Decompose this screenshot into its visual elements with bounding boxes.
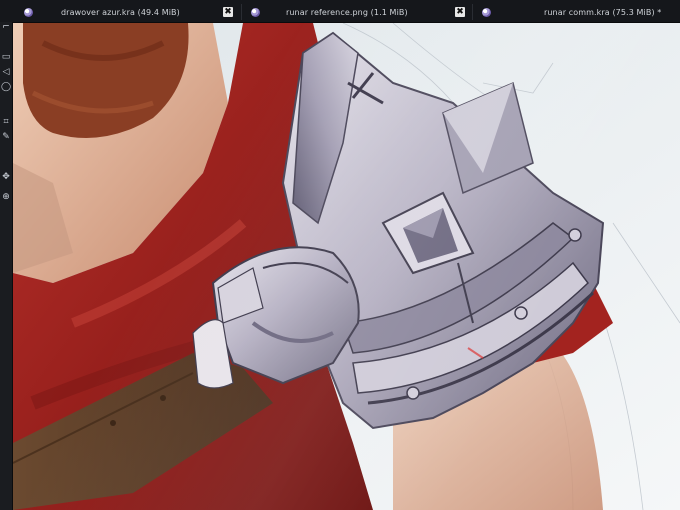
krita-logo-icon — [24, 7, 33, 17]
brush-tool-icon[interactable]: ✎ — [1, 132, 11, 142]
close-tab-button[interactable]: ✖ — [455, 7, 465, 17]
crop-tool-icon[interactable]: ⌗ — [1, 117, 11, 127]
lasso-icon[interactable]: ◯ — [1, 82, 11, 92]
painting-artwork — [13, 23, 680, 510]
tab-separator — [472, 4, 473, 20]
transform-tool-icon[interactable]: ⌐ — [1, 22, 11, 32]
close-tab-button[interactable]: ✖ — [223, 7, 233, 17]
tab-title: drawover azur.kra (49.4 MiB) — [61, 7, 180, 17]
move-tool-icon[interactable]: ✥ — [1, 172, 11, 182]
tab-runar-comm[interactable]: runar comm.kra (75.3 MiB) * — [482, 2, 661, 22]
rectangle-select-icon[interactable]: ▭ — [1, 52, 11, 62]
tab-runar-reference[interactable]: runar reference.png (1.1 MiB) — [251, 2, 408, 22]
polygon-select-icon[interactable]: ◁ — [1, 67, 11, 77]
tab-title: runar comm.kra (75.3 MiB) * — [544, 7, 662, 17]
tab-drawover-azur[interactable]: drawover azur.kra (49.4 MiB) — [24, 2, 180, 22]
document-tab-bar: drawover azur.kra (49.4 MiB) ✖ runar ref… — [0, 0, 680, 23]
krita-logo-icon — [251, 7, 260, 17]
drawing-canvas[interactable] — [13, 23, 680, 510]
zoom-tool-icon[interactable]: ⊕ — [1, 192, 11, 202]
tab-separator — [241, 4, 242, 20]
tab-title: runar reference.png (1.1 MiB) — [286, 7, 408, 17]
toolbox: ⌐ ▭ ◁ ◯ ⌗ ✎ ✥ ⊕ — [0, 22, 13, 510]
krita-logo-icon — [482, 7, 491, 17]
